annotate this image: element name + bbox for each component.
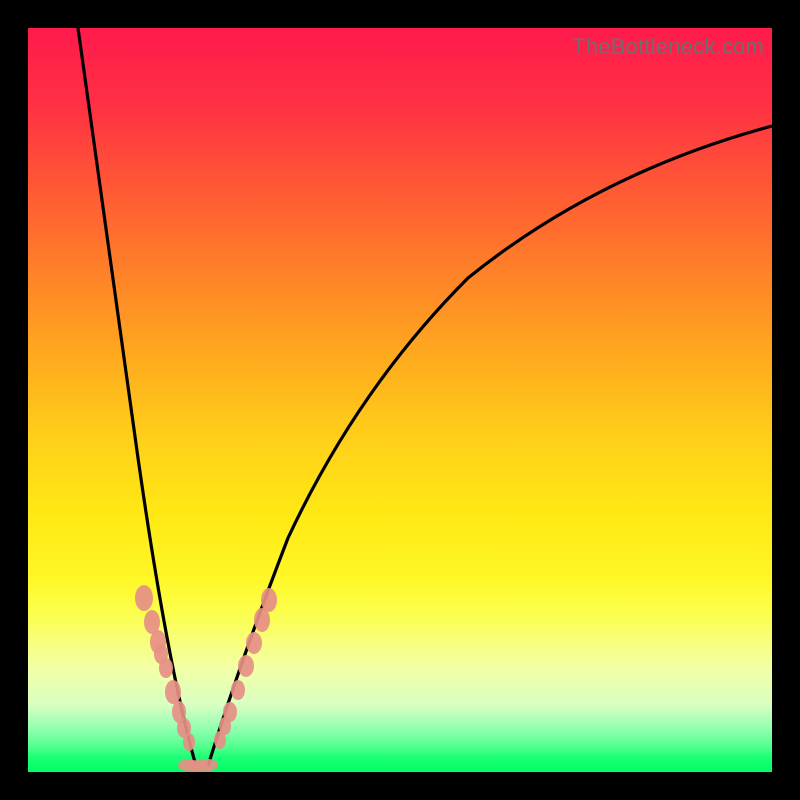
bead-cluster-right	[214, 588, 277, 749]
left-curve	[78, 28, 196, 766]
chart-frame: TheBottleneck.com	[0, 0, 800, 800]
plot-area: TheBottleneck.com	[28, 28, 772, 772]
bead-cluster-left	[135, 585, 195, 751]
right-curve	[208, 126, 772, 766]
curves-svg	[28, 28, 772, 772]
bead-cluster-bottom	[178, 759, 218, 772]
